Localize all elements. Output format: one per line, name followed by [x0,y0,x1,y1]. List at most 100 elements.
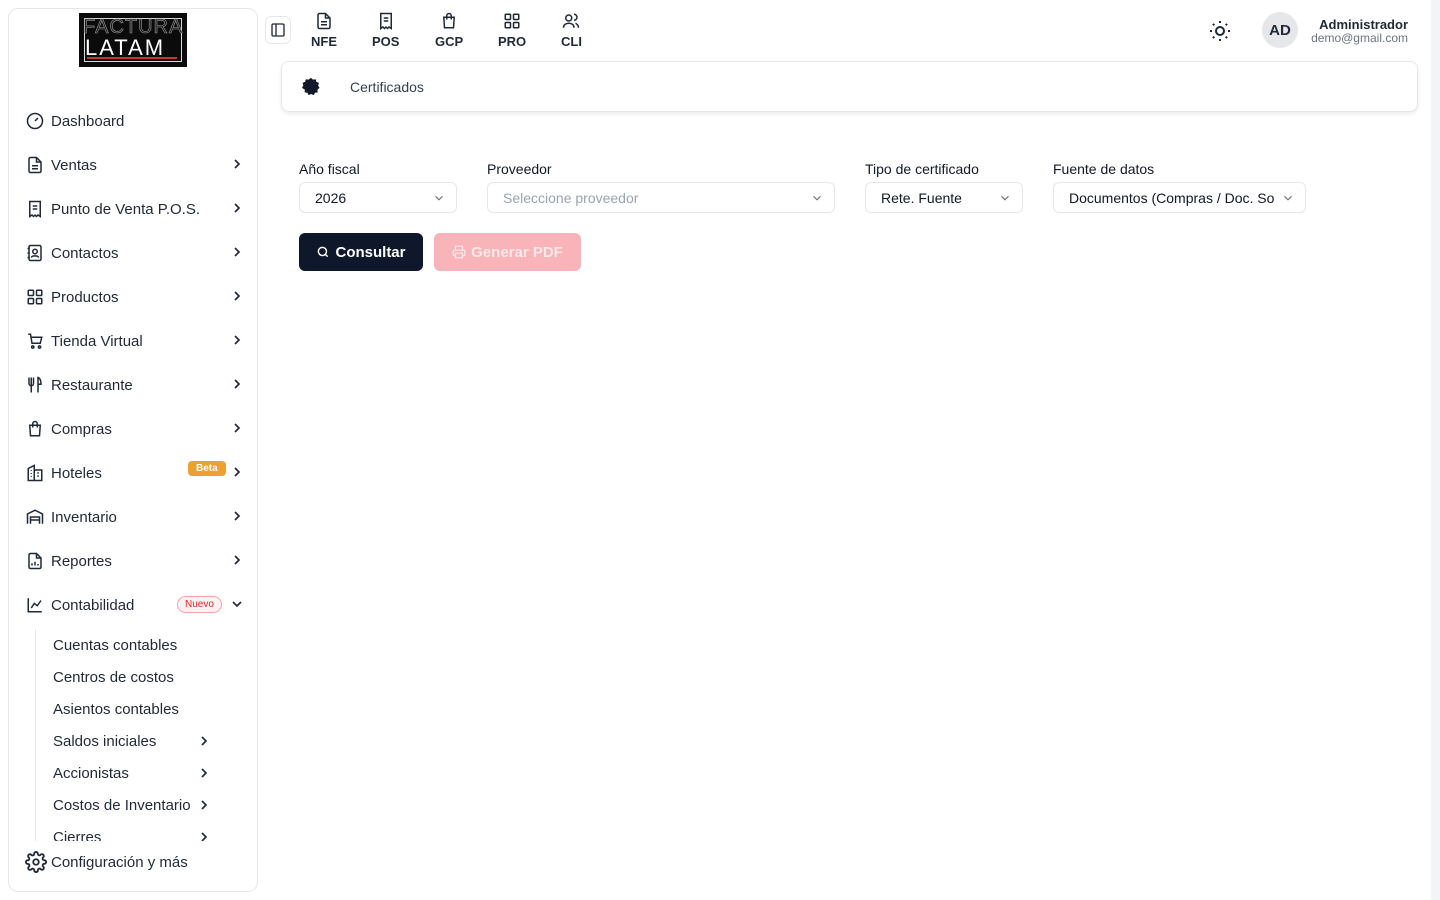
breadcrumb: Certificados [281,61,1418,112]
cert-type-select[interactable]: Rete. Fuente [865,182,1023,213]
chevron-right-icon [201,800,208,810]
sidebar-item-productos[interactable]: Productos [9,275,257,319]
logo-line1: FACTURA [83,16,184,38]
chart-line-icon [25,595,45,615]
chevron-down-icon [435,195,443,201]
utensils-icon [25,375,45,395]
chevron-right-icon [234,555,241,565]
chevron-right-icon [234,379,241,389]
cert-type-label: Tipo de certificado [865,161,979,177]
topnav-gcp[interactable]: GCP [435,12,463,49]
chevron-right-icon [234,291,241,301]
source-label: Fuente de datos [1053,161,1155,177]
topnav-label: GCP [435,34,464,49]
sidebar-item-contactos[interactable]: Contactos [9,231,257,275]
submenu-item-costos-de-inventario[interactable]: Costos de Inventario [36,789,255,821]
source-field: Fuente de datos Documentos (Compras / Do… [1053,161,1306,213]
provider-placeholder: Seleccione proveedor [503,189,639,206]
sidebar-item-inventario[interactable]: Inventario [9,495,257,539]
chevron-right-icon [234,467,241,477]
provider-select[interactable]: Seleccione proveedor [487,182,835,213]
cert-type-field: Tipo de certificado Rete. Fuente [865,161,1023,213]
page-title: Certificados [350,79,424,95]
sidebar-item-label: Contabilidad [51,596,135,614]
chevron-right-icon [234,247,241,257]
sidebar-item-contabilidad[interactable]: Contabilidad Nuevo [9,583,257,627]
users-icon [563,13,580,28]
topnav-cli[interactable]: CLI [561,12,582,49]
sun-icon[interactable] [1208,19,1232,43]
config-button[interactable]: Configuración y más [25,851,188,873]
sidebar-item-label: Ventas [51,156,97,174]
submenu-item-label: Centros de costos [53,668,174,686]
sidebar-item-label: Reportes [51,552,112,570]
chevron-right-icon [234,423,241,433]
year-value: 2026 [315,189,347,206]
sidebar-item-label: Tienda Virtual [51,332,143,350]
generar-pdf-button[interactable]: Generar PDF [434,233,581,271]
submenu-item-saldos-iniciales[interactable]: Saldos iniciales [36,725,255,757]
panel-left-icon [271,23,285,37]
submenu-item-label: Accionistas [53,764,129,782]
sidebar-item-label: Restaurante [51,376,133,394]
chevron-right-icon [234,511,241,521]
submenu-item-cuentas-contables[interactable]: Cuentas contables [36,629,255,661]
file-text-icon [25,155,45,175]
sidebar-item-label: Inventario [51,508,117,526]
year-select[interactable]: 2026 [299,182,457,213]
sidebar: FACTURA LATAM Dashboard Ventas Punto de … [8,8,258,892]
shopping-bag-icon [443,12,456,29]
contabilidad-submenu: Cuentas contables Centros de costos Asie… [35,629,255,841]
sidebar-item-label: Compras [51,420,112,438]
sidebar-nav: Dashboard Ventas Punto de Venta P.O.S. C… [9,99,257,627]
sidebar-item-label: Punto de Venta P.O.S. [51,200,201,218]
sidebar-item-hoteles[interactable]: Hoteles Beta [9,451,257,495]
sidebar-item-compras[interactable]: Compras [9,407,257,451]
sidebar-item-reportes[interactable]: Reportes [9,539,257,583]
sidebar-item-restaurante[interactable]: Restaurante [9,363,257,407]
topnav-label: POS [372,34,400,49]
chevron-right-icon [234,159,241,169]
page-scrollbar[interactable] [1431,0,1440,900]
sidebar-item-ventas[interactable]: Ventas [9,143,257,187]
chevron-right-icon [201,736,208,746]
submenu-item-accionistas[interactable]: Accionistas [36,757,255,789]
receipt-icon [25,199,45,219]
year-field: Año fiscal 2026 [299,161,457,213]
chevron-right-icon [234,335,241,345]
topnav-pro[interactable]: PRO [498,12,526,49]
cert-type-value: Rete. Fuente [881,189,962,206]
building-icon [25,463,45,483]
cart-icon [25,331,45,351]
source-value: Documentos (Compras / Doc. Sop [1069,189,1275,206]
topnav-nfe[interactable]: NFE [311,12,337,49]
submenu-item-cierres[interactable]: Cierres [36,821,255,841]
topnav-label: NFE [311,34,337,49]
chevron-right-icon [234,203,241,213]
printer-icon [452,245,466,259]
consultar-label: Consultar [335,243,406,261]
submenu-item-label: Cuentas contables [53,636,178,654]
provider-label: Proveedor [487,161,552,177]
report-icon [25,551,45,571]
chevron-down-icon [1284,195,1292,201]
sidebar-item-pos[interactable]: Punto de Venta P.O.S. [9,187,257,231]
badge-icon [302,77,320,96]
chevron-right-icon [201,768,208,778]
submenu-item-asientos-contables[interactable]: Asientos contables [36,693,255,725]
submenu-item-centros-de-costos[interactable]: Centros de costos [36,661,255,693]
logo[interactable]: FACTURA LATAM [79,13,187,67]
avatar[interactable]: AD [1262,12,1298,48]
nuevo-badge: Nuevo [177,596,222,613]
sidebar-toggle-button[interactable] [265,16,291,44]
year-label: Año fiscal [299,161,360,177]
sidebar-item-label: Productos [51,288,119,306]
consultar-button[interactable]: Consultar [299,233,423,271]
topnav-pos[interactable]: POS [372,12,399,49]
source-select[interactable]: Documentos (Compras / Doc. Sop [1053,182,1306,213]
sidebar-item-dashboard[interactable]: Dashboard [9,99,257,143]
warehouse-icon [25,507,45,527]
topnav-label: PRO [498,34,527,49]
chevron-down-icon [1001,195,1009,201]
sidebar-item-tienda-virtual[interactable]: Tienda Virtual [9,319,257,363]
